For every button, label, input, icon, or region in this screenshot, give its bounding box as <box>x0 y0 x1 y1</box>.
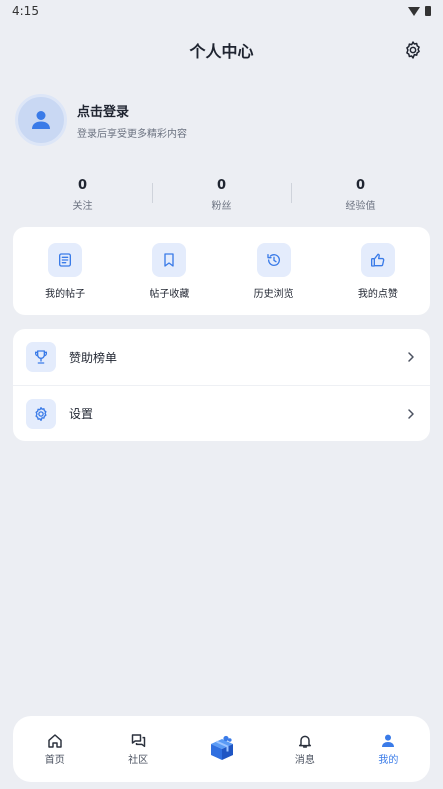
home-icon <box>47 733 62 748</box>
gear-icon <box>406 41 420 59</box>
nav-gift[interactable] <box>180 734 263 764</box>
user-icon <box>382 734 395 747</box>
chevron-right-icon <box>408 408 414 419</box>
menu-card: 赞助榜单 设置 <box>13 329 430 441</box>
nav-label: 消息 <box>294 754 315 766</box>
stat-experience[interactable]: 0 经验值 <box>291 178 430 212</box>
stat-label: 粉丝 <box>211 201 232 212</box>
quick-icon-wrap <box>48 242 83 277</box>
menu-item-sponsor-list[interactable]: 赞助榜单 <box>13 329 430 385</box>
header: 个人中心 <box>0 30 443 70</box>
battery-icon <box>425 6 431 16</box>
stat-label: 关注 <box>72 201 93 212</box>
quick-actions-card: 我的帖子 帖子收藏 历史浏览 我的点赞 <box>13 227 430 315</box>
nav-label: 首页 <box>44 754 65 766</box>
quick-icon-wrap <box>152 242 187 277</box>
document-icon <box>59 252 72 267</box>
quick-icon-wrap <box>256 242 291 277</box>
post-favorites-button[interactable]: 帖子收藏 <box>117 242 221 300</box>
nav-messages[interactable]: 消息 <box>263 733 346 766</box>
chat-icon <box>131 733 145 747</box>
quick-label: 我的点赞 <box>357 288 398 300</box>
quick-label: 历史浏览 <box>253 288 294 300</box>
avatar[interactable] <box>15 94 67 146</box>
status-bar: 4:15 <box>0 0 443 22</box>
status-icons <box>408 6 431 16</box>
wifi-icon <box>408 6 420 16</box>
menu-item-label: 赞助榜单 <box>69 350 118 365</box>
menu-icon-wrap <box>26 342 56 372</box>
gift-box-icon <box>210 735 233 760</box>
settings-button[interactable] <box>403 40 423 60</box>
stat-following[interactable]: 0 关注 <box>13 178 152 212</box>
stat-value: 0 <box>216 178 227 193</box>
bookmark-icon <box>164 252 175 267</box>
user-icon <box>32 111 50 129</box>
trophy-icon <box>35 350 47 364</box>
bell-icon <box>298 735 311 748</box>
menu-icon-wrap <box>26 398 56 429</box>
nav-mine[interactable]: 我的 <box>347 733 430 766</box>
page-title: 个人中心 <box>189 42 254 61</box>
my-likes-button[interactable]: 我的点赞 <box>326 242 430 300</box>
stat-value: 0 <box>77 178 88 193</box>
nav-label: 我的 <box>378 754 399 766</box>
quick-label: 我的帖子 <box>45 288 86 300</box>
chevron-right-icon <box>408 352 414 362</box>
bottom-nav: 首页 社区 消息 我的 <box>13 716 430 782</box>
stat-value: 0 <box>355 178 366 193</box>
status-time: 4:15 <box>12 4 39 18</box>
my-posts-button[interactable]: 我的帖子 <box>13 242 117 300</box>
quick-label: 帖子收藏 <box>149 288 190 300</box>
stats-row: 0 关注 0 粉丝 0 经验值 <box>13 178 430 212</box>
nav-label: 社区 <box>128 754 149 766</box>
stat-followers[interactable]: 0 粉丝 <box>152 178 291 212</box>
login-profile[interactable]: 点击登录 登录后享受更多精彩内容 <box>15 94 187 146</box>
nav-home[interactable]: 首页 <box>13 733 96 766</box>
history-icon <box>266 253 280 266</box>
nav-community[interactable]: 社区 <box>96 733 179 766</box>
login-subtitle: 登录后享受更多精彩内容 <box>77 128 187 140</box>
stat-label: 经验值 <box>345 201 376 212</box>
thumbs-up-icon <box>370 253 385 267</box>
login-title[interactable]: 点击登录 <box>77 101 187 120</box>
menu-item-label: 设置 <box>69 407 94 421</box>
quick-icon-wrap <box>360 242 395 277</box>
browse-history-button[interactable]: 历史浏览 <box>222 242 326 300</box>
menu-item-settings[interactable]: 设置 <box>13 385 430 441</box>
gear-icon <box>35 406 47 421</box>
